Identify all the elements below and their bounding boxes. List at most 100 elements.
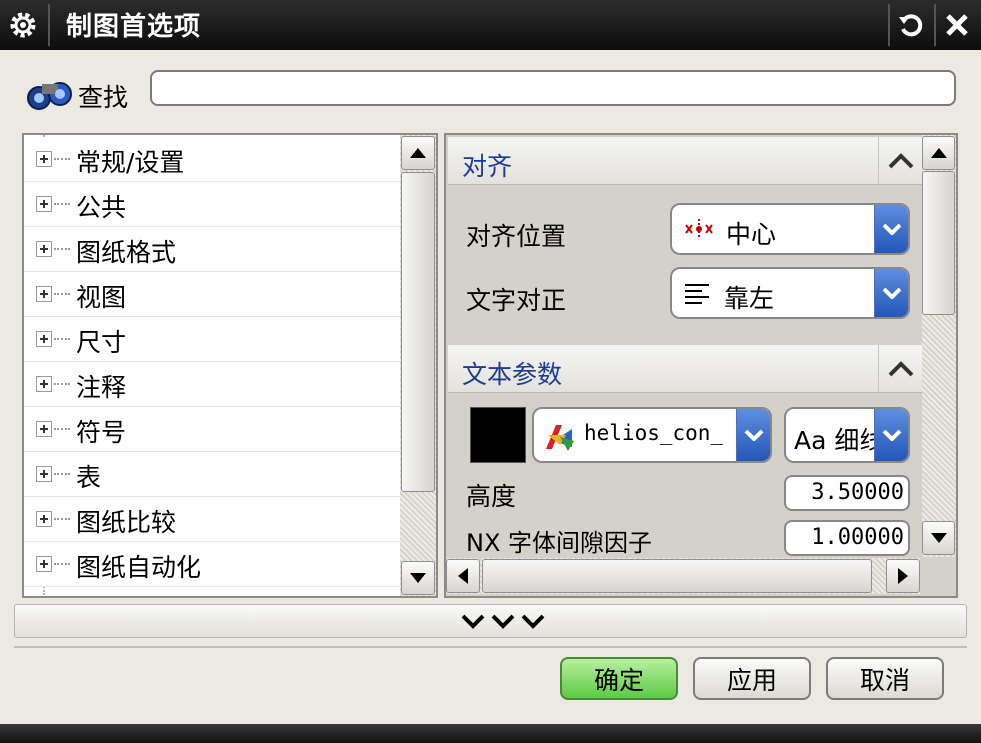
- scroll-down-button[interactable]: [922, 521, 955, 555]
- char-spacing-label: NX 字体间隙因子: [466, 529, 653, 557]
- collapse-button[interactable]: [878, 345, 922, 393]
- title-separator: [48, 4, 50, 46]
- tree-scrollbar[interactable]: [400, 135, 436, 596]
- expand-icon[interactable]: [36, 556, 52, 572]
- align-left-icon: [685, 284, 709, 304]
- tree-item-label: 图纸自动化: [76, 553, 202, 582]
- dropdown-value: 中心: [726, 220, 777, 249]
- char-spacing-input[interactable]: 1.00000: [784, 520, 910, 556]
- title-bar: 制图首选项: [0, 0, 981, 50]
- align-center-icon: [685, 219, 713, 239]
- text-color-swatch[interactable]: [470, 407, 526, 463]
- chevron-up-icon: [888, 153, 913, 169]
- close-icon: [946, 14, 968, 36]
- tree-item-label: 尺寸: [76, 328, 127, 357]
- scroll-right-button[interactable]: [886, 559, 920, 593]
- tree-item-label: 表: [76, 463, 102, 492]
- settings-hscrollbar[interactable]: [446, 558, 920, 594]
- chevron-down-icon: [882, 223, 901, 235]
- expand-icon[interactable]: [36, 421, 52, 437]
- scroll-left-button[interactable]: [446, 559, 480, 593]
- tree-item-label: 视图: [76, 283, 127, 312]
- scroll-thumb[interactable]: [922, 171, 955, 315]
- tree-item-label: 图纸比较: [76, 508, 177, 537]
- expand-icon[interactable]: [36, 331, 52, 347]
- expand-icon[interactable]: [36, 466, 52, 482]
- settings-scrollbar[interactable]: [922, 135, 956, 557]
- text-params-section-header[interactable]: 文本参数: [448, 345, 922, 393]
- gear-icon[interactable]: [6, 8, 40, 42]
- tree-item-label: 图纸格式: [76, 238, 177, 267]
- text-justify-label: 文字对正: [466, 286, 567, 315]
- ok-button[interactable]: 确定: [560, 657, 678, 700]
- text-justify-dropdown[interactable]: 靠左: [670, 267, 910, 319]
- expand-icon[interactable]: [36, 241, 52, 257]
- window-title: 制图首选项: [66, 12, 202, 42]
- chevron-down-icon: [882, 287, 901, 299]
- expand-icon[interactable]: [36, 151, 52, 167]
- dropdown-arrow[interactable]: [874, 409, 908, 461]
- alignment-position-label: 对齐位置: [466, 222, 567, 251]
- tree-item-view[interactable]: 视图: [24, 272, 400, 317]
- tree-item-symbol[interactable]: 符号: [24, 407, 400, 452]
- find-input[interactable]: [150, 70, 956, 106]
- expand-icon[interactable]: [36, 196, 52, 212]
- tree-item-common[interactable]: 公共: [24, 182, 400, 227]
- find-label: 查找: [78, 83, 129, 112]
- tree-item-label: 符号: [76, 418, 127, 447]
- alignment-section-header[interactable]: 对齐: [448, 137, 922, 185]
- arrow-right-icon: [898, 568, 908, 584]
- divider: [14, 646, 967, 648]
- font-style-dropdown[interactable]: Aa 细线: [784, 407, 910, 463]
- expand-icon[interactable]: [36, 286, 52, 302]
- tree-item-drawing-format[interactable]: 图纸格式: [24, 227, 400, 272]
- settings-panel: 对齐 对齐位置 中心 文字对正 靠左 文本参数 helios_con_ Aa 细…: [444, 133, 958, 598]
- tree-item-drawing-compare[interactable]: 图纸比较: [24, 497, 400, 542]
- dropdown-value: helios_con_: [584, 421, 724, 445]
- tree-item-label: 常规/设置: [76, 148, 185, 177]
- apply-button[interactable]: 应用: [693, 657, 811, 700]
- expand-icon[interactable]: [36, 511, 52, 527]
- category-tree: 常规/设置 公共 图纸格式 视图 尺寸 注释 符号 表 图纸比较 图纸自动化: [22, 133, 438, 598]
- more-options-bar[interactable]: [14, 604, 967, 638]
- scroll-up-button[interactable]: [922, 136, 955, 170]
- font-icon: [546, 425, 574, 451]
- binoculars-icon: [27, 82, 72, 110]
- arrow-down-icon: [930, 533, 947, 543]
- tree-item-drawing-automation[interactable]: 图纸自动化: [24, 542, 400, 587]
- scroll-thumb[interactable]: [482, 559, 872, 593]
- tree-item-label: 注释: [76, 373, 127, 402]
- dropdown-arrow[interactable]: [874, 205, 908, 253]
- tree-item-general-settings[interactable]: 常规/设置: [24, 137, 400, 182]
- alignment-position-dropdown[interactable]: 中心: [670, 203, 910, 255]
- dropdown-value: 靠左: [724, 284, 775, 313]
- cancel-button[interactable]: 取消: [826, 657, 944, 700]
- scroll-thumb[interactable]: [401, 172, 435, 492]
- dropdown-arrow[interactable]: [874, 269, 908, 317]
- scroll-up-button[interactable]: [401, 136, 435, 170]
- dropdown-arrow[interactable]: [736, 409, 770, 461]
- font-dropdown[interactable]: helios_con_: [532, 407, 772, 463]
- tree-item-label: 公共: [76, 193, 127, 222]
- tree-item-dimension[interactable]: 尺寸: [24, 317, 400, 362]
- scroll-down-button[interactable]: [401, 561, 435, 595]
- chevron-up-icon: [888, 361, 913, 377]
- tree-item-annotation[interactable]: 注释: [24, 362, 400, 407]
- arrow-up-icon: [930, 148, 947, 158]
- close-button[interactable]: [934, 4, 978, 46]
- expand-icon[interactable]: [36, 376, 52, 392]
- expand-more-icon: [461, 614, 545, 629]
- window-bottom-border: [0, 724, 981, 743]
- chevron-down-icon: [744, 429, 763, 441]
- tree-item-table[interactable]: 表: [24, 452, 400, 497]
- arrow-up-icon: [410, 148, 426, 158]
- arrow-left-icon: [458, 568, 468, 584]
- height-input[interactable]: 3.50000: [784, 475, 910, 511]
- section-title: 文本参数: [462, 360, 563, 389]
- height-label: 高度: [466, 482, 517, 511]
- reset-icon: [899, 14, 923, 37]
- dropdown-value: Aa 细线: [794, 426, 874, 455]
- reset-button[interactable]: [888, 4, 932, 46]
- collapse-button[interactable]: [878, 137, 922, 185]
- section-title: 对齐: [462, 152, 513, 181]
